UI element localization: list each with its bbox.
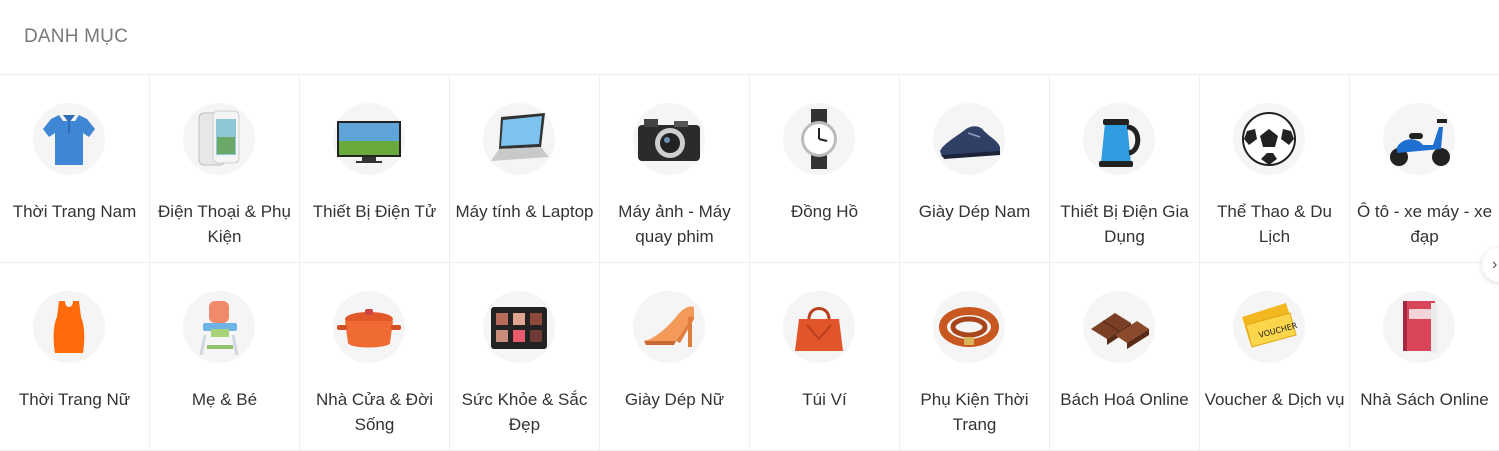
- category-image: [783, 291, 855, 363]
- soccer-ball-icon: [1242, 112, 1296, 166]
- cooking-pot-icon: [337, 309, 401, 348]
- category-label: Giày Dép Nữ: [624, 390, 725, 409]
- category-image: [1233, 103, 1305, 175]
- category-label: Thiết Bị Điện Tử: [312, 202, 437, 221]
- category-item-voucher[interactable]: VOUCHER Voucher & Dịch vụ: [1200, 263, 1350, 451]
- category-grid: Thời Trang Nam Điện Thoại & Phụ Kiện Thi…: [0, 75, 1499, 451]
- category-item-gia-dung[interactable]: Thiết Bị Điện Gia Dụng: [1050, 75, 1200, 263]
- category-label: Máy ảnh - Máy quay phim: [618, 202, 731, 246]
- electric-kettle-icon: [1099, 119, 1141, 167]
- category-item-may-anh[interactable]: Máy ảnh - Máy quay phim: [600, 75, 750, 263]
- category-label: Đồng Hồ: [790, 202, 859, 221]
- category-image: [933, 103, 1005, 175]
- category-image: [183, 291, 255, 363]
- category-label: Phụ Kiện Thời Trang: [920, 390, 1029, 434]
- category-label: Thiết Bị Điện Gia Dụng: [1060, 202, 1189, 246]
- category-image: [1083, 291, 1155, 363]
- category-label: Thời Trang Nữ: [18, 390, 131, 409]
- category-image: [483, 291, 555, 363]
- baby-high-chair-icon: [199, 301, 239, 356]
- category-item-may-tinh-laptop[interactable]: Máy tính & Laptop: [450, 75, 600, 263]
- category-item-giay-dep-nu[interactable]: Giày Dép Nữ: [600, 263, 750, 451]
- category-label: Ô tô - xe máy - xe đạp: [1356, 202, 1493, 246]
- category-label: Thể Thao & Du Lịch: [1217, 202, 1332, 246]
- category-image: [633, 291, 705, 363]
- category-item-bach-hoa[interactable]: Bách Hoá Online: [1050, 263, 1200, 451]
- laptop-icon: [491, 113, 549, 161]
- category-item-suc-khoe[interactable]: Sức Khỏe & Sắc Đẹp: [450, 263, 600, 451]
- category-item-nha-cua[interactable]: Nhà Cửa & Đời Sống: [300, 263, 450, 451]
- category-item-the-thao[interactable]: Thể Thao & Du Lịch: [1200, 75, 1350, 263]
- category-image: [333, 103, 405, 175]
- category-label: Thời Trang Nam: [12, 202, 137, 221]
- bracelet-icon: [939, 307, 999, 347]
- book-icon: [1403, 301, 1437, 353]
- camera-icon: [638, 119, 700, 161]
- category-label: Điện Thoại & Phụ Kiện: [158, 202, 291, 246]
- category-label: Máy tính & Laptop: [455, 202, 594, 221]
- chocolate-icon: [1091, 313, 1149, 349]
- category-image: [33, 291, 105, 363]
- category-item-phu-kien-thoi-trang[interactable]: Phụ Kiện Thời Trang: [900, 263, 1050, 451]
- wristwatch-icon: [801, 109, 837, 169]
- category-item-nha-sach[interactable]: Nhà Sách Online: [1350, 263, 1499, 451]
- category-item-dien-thoai[interactable]: Điện Thoại & Phụ Kiện: [150, 75, 300, 263]
- category-label: Giày Dép Nam: [918, 202, 1031, 221]
- polo-shirt-icon: [43, 115, 95, 165]
- category-label: Nhà Sách Online: [1360, 390, 1489, 409]
- section-header: DANH MỤC: [0, 0, 1499, 75]
- category-item-dong-ho[interactable]: Đồng Hồ: [750, 75, 900, 263]
- category-label: Mẹ & Bé: [191, 390, 258, 409]
- category-image: [483, 103, 555, 175]
- category-image: [933, 291, 1005, 363]
- category-image: [183, 103, 255, 175]
- category-item-thoi-trang-nam[interactable]: Thời Trang Nam: [0, 75, 150, 263]
- section-title: DANH MỤC: [24, 26, 128, 47]
- category-label: Bách Hoá Online: [1060, 390, 1189, 409]
- handbag-icon: [795, 307, 843, 351]
- voucher-ticket-icon: VOUCHER: [1242, 303, 1299, 348]
- category-image: [333, 291, 405, 363]
- smartphone-icon: [198, 110, 240, 166]
- category-label: Voucher & Dịch vụ: [1204, 390, 1345, 409]
- category-label: Nhà Cửa & Đời Sống: [315, 390, 433, 434]
- category-image: [633, 103, 705, 175]
- category-item-tui-vi[interactable]: Túi Ví: [750, 263, 900, 451]
- men-shoe-icon: [940, 126, 1000, 159]
- category-image: [33, 103, 105, 175]
- category-label: Sức Khỏe & Sắc Đẹp: [461, 390, 588, 434]
- category-image: VOUCHER: [1233, 291, 1305, 363]
- category-image: [783, 103, 855, 175]
- category-image: [1383, 103, 1455, 175]
- category-item-thiet-bi-dien-tu[interactable]: Thiết Bị Điện Tử: [300, 75, 450, 263]
- television-icon: [337, 121, 401, 163]
- category-item-giay-dep-nam[interactable]: Giày Dép Nam: [900, 75, 1050, 263]
- category-item-thoi-trang-nu[interactable]: Thời Trang Nữ: [0, 263, 150, 451]
- category-image: [1083, 103, 1155, 175]
- makeup-palette-icon: [491, 307, 547, 349]
- high-heel-icon: [644, 306, 694, 347]
- category-item-me-be[interactable]: Mẹ & Bé: [150, 263, 300, 451]
- women-top-icon: [53, 301, 85, 353]
- category-image: [1383, 291, 1455, 363]
- scooter-icon: [1390, 119, 1450, 166]
- category-label: Túi Ví: [802, 390, 847, 409]
- category-item-o-to-xe-may[interactable]: Ô tô - xe máy - xe đạp: [1350, 75, 1499, 263]
- chevron-right-icon: ›: [1492, 256, 1498, 273]
